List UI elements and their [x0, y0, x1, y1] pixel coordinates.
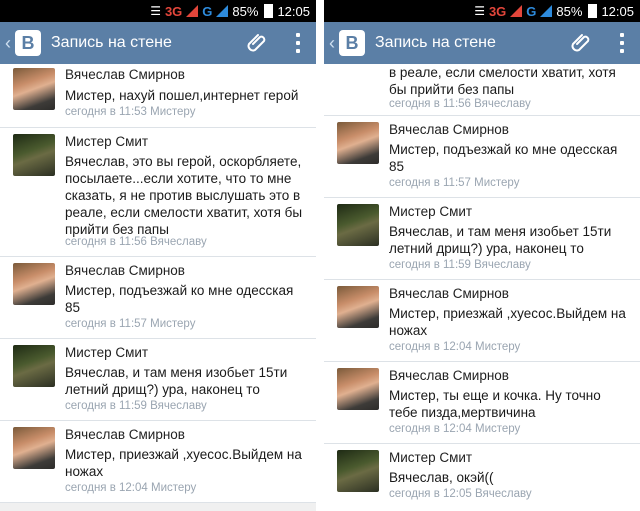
back-icon[interactable]: ‹ [324, 33, 335, 54]
comment-author[interactable]: Вячеслав Смирнов [389, 122, 509, 137]
comment-feed: Вячеслав Смирнов Мистер, нахуй пошел,инт… [0, 64, 316, 503]
comment-text: Мистер, приезжай ,хуесос.Выйдем на ножах [389, 306, 626, 338]
comment-author[interactable]: Вячеслав Смирнов [65, 263, 185, 278]
page-title: Запись на стене [375, 34, 496, 51]
comment-meta[interactable]: сегодня в 12:05 Вячеславу [389, 488, 532, 500]
avatar[interactable] [337, 286, 379, 328]
network-g: G [202, 3, 213, 19]
comment-meta[interactable]: сегодня в 11:59 Вячеславу [389, 259, 531, 271]
list-item[interactable]: Вячеслав Смирнов Мистер, нахуй пошел,инт… [0, 64, 316, 128]
comment-author[interactable]: Мистер Смит [65, 345, 148, 360]
clock: 12:05 [601, 3, 634, 19]
avatar[interactable] [13, 68, 55, 110]
status-bar: ☰ 3G G 85% 12:05 [324, 0, 640, 22]
list-item[interactable]: Вячеслав Смирнов Мистер, подъезжай ко мн… [324, 116, 640, 198]
avatar[interactable] [13, 427, 55, 469]
avatar[interactable] [337, 368, 379, 410]
avatar[interactable] [337, 122, 379, 164]
clock: 12:05 [277, 3, 310, 19]
list-item[interactable]: Мистер Смит Вячеслав, окэй(( сегодня в 1… [324, 444, 640, 511]
comment-author[interactable]: Вячеслав Смирнов [65, 67, 185, 82]
comment-author[interactable]: Мистер Смит [65, 134, 148, 149]
wifi-icon: ☰ [150, 4, 161, 18]
status-bar: ☰ 3G G 85% 12:05 [0, 0, 316, 22]
avatar[interactable] [13, 263, 55, 305]
comment-meta[interactable]: сегодня в 11:53 Мистеру [65, 106, 195, 118]
signal-icon [510, 5, 523, 17]
comment-author[interactable]: Мистер Смит [389, 450, 472, 465]
list-item[interactable]: Вячеслав Смирнов Мистер, подъезжай ко мн… [0, 257, 316, 339]
comment-text: Вячеслав, и там меня изобьет 15ти летний… [389, 224, 612, 256]
avatar[interactable] [337, 450, 379, 492]
overflow-menu-icon[interactable] [620, 33, 624, 53]
comment-author[interactable]: Вячеслав Смирнов [389, 286, 509, 301]
vk-logo-icon[interactable]: B [339, 30, 365, 56]
comment-author[interactable]: Вячеслав Смирнов [65, 427, 185, 442]
signal-icon [540, 5, 553, 17]
app-bar: ‹ B Запись на стене [324, 22, 640, 64]
comment-text: в реале, если смелости хватит, хотя бы п… [389, 65, 616, 97]
comment-meta[interactable]: сегодня в 11:59 Вячеславу [65, 400, 207, 412]
battery-percent: 85% [556, 3, 583, 19]
list-item[interactable]: Вячеслав Смирнов Мистер, приезжай ,хуесо… [0, 421, 316, 503]
comment-meta[interactable]: сегодня в 12:04 Мистеру [389, 341, 520, 353]
comment-text: Вячеслав, это вы герой, оскорбляете, пос… [65, 154, 303, 237]
comment-meta[interactable]: сегодня в 11:56 Вячеславу [389, 98, 531, 110]
list-item[interactable]: Мистер Смит Вячеслав, и там меня изобьет… [324, 198, 640, 280]
list-item[interactable]: Вячеслав Смирнов Мистер, ты еще и кочка.… [324, 362, 640, 444]
back-icon[interactable]: ‹ [0, 33, 11, 54]
comment-author[interactable]: Вячеслав Смирнов [389, 368, 509, 383]
attach-icon[interactable] [570, 31, 594, 55]
list-item[interactable]: Мистер Смит Вячеслав, и там меня изобьет… [0, 339, 316, 421]
comment-text: Мистер, приезжай ,хуесос.Выйдем на ножах [65, 447, 302, 479]
comment-meta[interactable]: сегодня в 11:57 Мистеру [65, 318, 195, 330]
wifi-icon: ☰ [474, 4, 485, 18]
signal-icon [186, 5, 199, 17]
list-item[interactable]: Вячеслав Смирнов Мистер, приезжай ,хуесо… [324, 280, 640, 362]
list-item[interactable]: Мистер Смит Вячеслав, это вы герой, оско… [0, 128, 316, 257]
signal-icon [216, 5, 229, 17]
battery-percent: 85% [232, 3, 259, 19]
comment-text: Мистер, ты еще и кочка. Ну точно тебе пи… [389, 388, 601, 420]
comment-feed: в реале, если смелости хватит, хотя бы п… [324, 64, 640, 511]
comment-meta[interactable]: сегодня в 11:57 Мистеру [389, 177, 519, 189]
comment-text: Вячеслав, окэй(( [389, 470, 494, 485]
comment-text: Мистер, подъезжай ко мне одесская 85 [389, 142, 618, 174]
comment-text: Мистер, нахуй пошел,интернет герой [65, 88, 299, 103]
left-screenshot: ☰ 3G G 85% 12:05 ‹ B Запись на стене Вяч… [0, 0, 316, 511]
comment-meta[interactable]: сегодня в 12:04 Мистеру [65, 482, 196, 494]
right-screenshot: ☰ 3G G 85% 12:05 ‹ B Запись на стене в р… [324, 0, 640, 511]
app-bar: ‹ B Запись на стене [0, 22, 316, 64]
avatar[interactable] [13, 345, 55, 387]
network-g: G [526, 3, 537, 19]
comment-author[interactable]: Мистер Смит [389, 204, 472, 219]
battery-icon [264, 4, 274, 18]
overflow-menu-icon[interactable] [296, 33, 300, 53]
page-title: Запись на стене [51, 34, 172, 51]
comment-meta[interactable]: сегодня в 12:04 Мистеру [389, 423, 520, 435]
avatar[interactable] [13, 134, 55, 176]
network-type: 3G [488, 3, 507, 19]
network-type: 3G [164, 3, 183, 19]
comment-text: Мистер, подъезжай ко мне одесская 85 [65, 283, 294, 315]
battery-icon [588, 4, 598, 18]
list-item[interactable]: в реале, если смелости хватит, хотя бы п… [324, 64, 640, 116]
vk-logo-icon[interactable]: B [15, 30, 41, 56]
comment-meta[interactable]: сегодня в 11:56 Вячеславу [65, 236, 207, 248]
avatar[interactable] [337, 204, 379, 246]
attach-icon[interactable] [246, 31, 270, 55]
comment-text: Вячеслав, и там меня изобьет 15ти летний… [65, 365, 288, 397]
